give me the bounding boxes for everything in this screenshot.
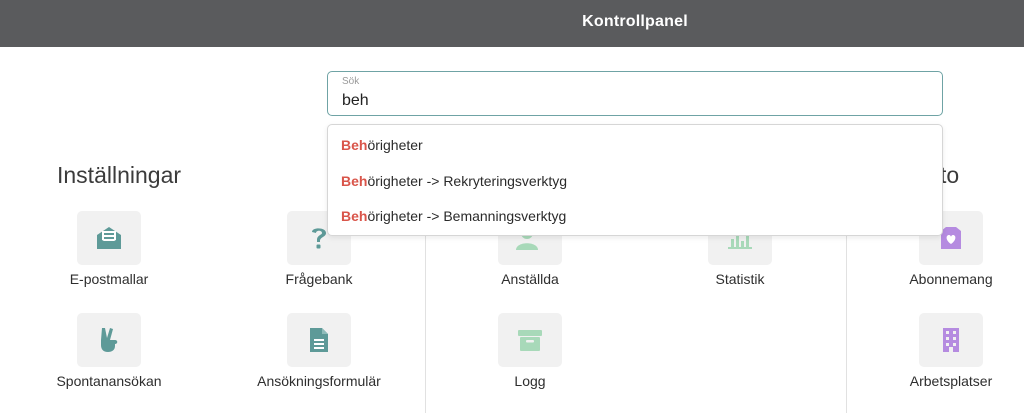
tile-ansokningsformular[interactable] — [287, 313, 351, 367]
tile-label-spontanansokan: Spontanansökan — [56, 373, 162, 389]
tile-label-anstallda: Anställda — [501, 271, 559, 287]
building-icon — [943, 328, 959, 352]
column-divider — [425, 236, 426, 413]
section-title-installningar: Inställningar — [57, 162, 182, 188]
question-icon — [312, 228, 326, 249]
suggestion-match: Beh — [341, 137, 368, 153]
suggestion-rest: örigheter -> Rekryteringsverktyg — [367, 173, 568, 189]
tile-label-abonnemang: Abonnemang — [909, 271, 993, 287]
tile-label-logg: Logg — [514, 373, 546, 389]
suggestion-item[interactable]: Behörigheter -> Rekryteringsverktyg — [341, 173, 567, 189]
suggestion-match: Beh — [341, 208, 368, 224]
suggestion-match: Beh — [341, 173, 368, 189]
top-bar: Kontrollpanel — [0, 0, 1024, 47]
tile-logg[interactable] — [498, 313, 562, 367]
tile-arbetsplatser[interactable] — [919, 313, 983, 367]
envelope-icon — [97, 227, 121, 249]
suggestion-item[interactable]: Behörigheter — [341, 137, 423, 153]
tile-label-e-postmallar: E-postmallar — [69, 271, 149, 287]
tile-e-postmallar[interactable] — [77, 211, 141, 265]
tile-label-statistik: Statistik — [715, 271, 765, 287]
page-title: Kontrollpanel — [582, 13, 688, 30]
tile-spontanansokan[interactable] — [77, 313, 141, 367]
search-label: Sök — [342, 76, 360, 87]
suggestion-rest: örigheter -> Bemanningsverktyg — [367, 208, 567, 224]
tile-label-ansokningsformular: Ansökningsformulär — [257, 373, 381, 389]
peace-hand-icon — [101, 328, 118, 352]
document-icon — [310, 328, 328, 352]
suggestion-item[interactable]: Behörigheter -> Bemanningsverktyg — [341, 208, 566, 224]
tile-label-arbetsplatser: Arbetsplatser — [909, 373, 993, 389]
column-divider — [846, 236, 847, 413]
search-suggestions: Behörigheter Behörigheter -> Rekrytering… — [327, 124, 943, 236]
search-input[interactable] — [342, 91, 922, 111]
search-field[interactable]: Sök — [327, 71, 943, 116]
tile-label-fragebank: Frågebank — [285, 271, 353, 287]
suggestion-rest: örigheter — [367, 137, 423, 153]
archive-box-icon — [518, 330, 542, 351]
